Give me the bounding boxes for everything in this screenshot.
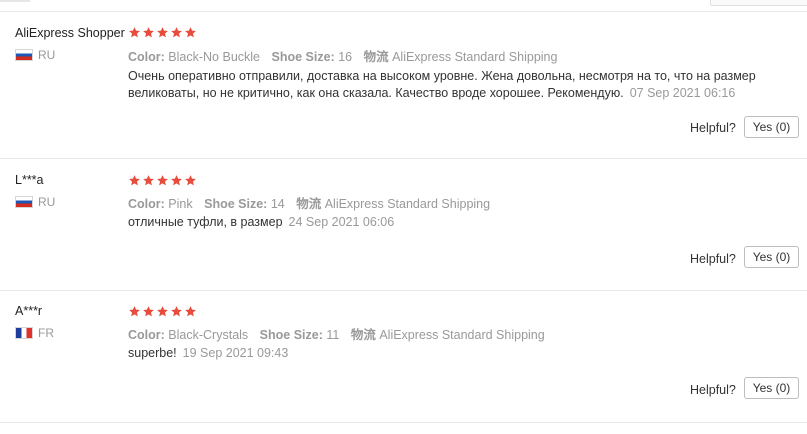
shoe-size-value: 14 xyxy=(270,197,285,211)
review-date: 19 Sep 2021 09:43 xyxy=(182,346,289,360)
star-icon xyxy=(185,27,196,38)
helpful-yes-button[interactable]: Yes (0) xyxy=(744,116,799,138)
star-icon xyxy=(143,27,154,38)
country-code: RU xyxy=(38,195,56,209)
star-icon xyxy=(171,27,182,38)
shoe-size-value: 16 xyxy=(338,50,353,64)
star-icon xyxy=(129,27,140,38)
review-meta: Color: Pink Shoe Size: 14 物流 AliExpress … xyxy=(128,193,498,212)
color-label: Color: xyxy=(128,50,165,64)
shipping-value: AliExpress Standard Shipping xyxy=(324,197,491,211)
reviewer-name: A***r xyxy=(15,304,43,318)
shoe-size-value: 11 xyxy=(326,328,340,342)
france-flag-icon xyxy=(15,327,33,339)
reviewer-country: RU xyxy=(15,195,55,209)
star-rating xyxy=(128,26,197,39)
star-icon xyxy=(129,306,140,317)
star-icon xyxy=(171,175,182,186)
star-rating xyxy=(128,174,197,187)
russia-flag-icon xyxy=(15,196,33,208)
star-icon xyxy=(171,306,182,317)
top-strip xyxy=(0,0,807,12)
shoe-size-label: Shoe Size: xyxy=(259,328,323,342)
helpful-label: Helpful? xyxy=(690,383,736,397)
star-icon xyxy=(129,175,140,186)
shipping-label: 物流 xyxy=(363,50,389,64)
helpful-label: Helpful? xyxy=(690,121,736,135)
shoe-size-label: Shoe Size: xyxy=(271,50,335,64)
review-divider xyxy=(0,158,807,159)
color-value: Black-Crystals xyxy=(168,328,249,342)
star-icon xyxy=(157,175,168,186)
review-meta: Color: Black-No Buckle Shoe Size: 16 物流 … xyxy=(128,46,565,65)
review-date: 24 Sep 2021 06:06 xyxy=(288,215,395,229)
color-label: Color: xyxy=(128,197,165,211)
top-right-control xyxy=(710,0,807,6)
top-edge xyxy=(0,0,30,2)
country-code: FR xyxy=(38,326,54,340)
shipping-label: 物流 xyxy=(350,328,376,342)
review-divider xyxy=(0,422,807,423)
review-body: superbe! xyxy=(128,346,177,360)
color-value: Pink xyxy=(168,197,193,211)
star-icon xyxy=(185,306,196,317)
star-icon xyxy=(143,175,154,186)
shipping-label: 物流 xyxy=(296,197,322,211)
reviewer-name: AliExpress Shopper xyxy=(15,26,125,40)
shipping-value: AliExpress Standard Shipping xyxy=(379,328,545,342)
review-date: 07 Sep 2021 06:16 xyxy=(629,86,736,100)
star-icon xyxy=(157,27,168,38)
russia-flag-icon xyxy=(15,49,33,61)
star-rating xyxy=(128,305,197,318)
color-value: Black-No Buckle xyxy=(168,50,260,64)
shipping-value: AliExpress Standard Shipping xyxy=(392,50,558,64)
review-meta: Color: Black-Crystals Shoe Size: 11 物流 A… xyxy=(128,324,553,343)
color-label: Color: xyxy=(128,328,165,342)
reviewer-country: RU xyxy=(15,48,55,62)
reviewer-name: L***a xyxy=(15,173,44,187)
review-text: superbe! 19 Sep 2021 09:43 xyxy=(128,345,758,362)
helpful-yes-button[interactable]: Yes (0) xyxy=(744,377,799,399)
review-divider xyxy=(0,290,807,291)
helpful-yes-button[interactable]: Yes (0) xyxy=(744,246,799,268)
star-icon xyxy=(185,175,196,186)
helpful-label: Helpful? xyxy=(690,252,736,266)
shoe-size-label: Shoe Size: xyxy=(204,197,268,211)
review-body: отличные туфли, в размер xyxy=(128,215,283,229)
review-text: отличные туфли, в размер 24 Sep 2021 06:0… xyxy=(128,214,758,231)
reviewer-country: FR xyxy=(15,326,54,340)
star-icon xyxy=(143,306,154,317)
reviews-page: AliExpress Shopper RU Color: Black-No Bu… xyxy=(0,0,807,434)
country-code: RU xyxy=(38,48,56,62)
review-text: Очень оперативно отправили, доставка на … xyxy=(128,68,758,102)
star-icon xyxy=(157,306,168,317)
